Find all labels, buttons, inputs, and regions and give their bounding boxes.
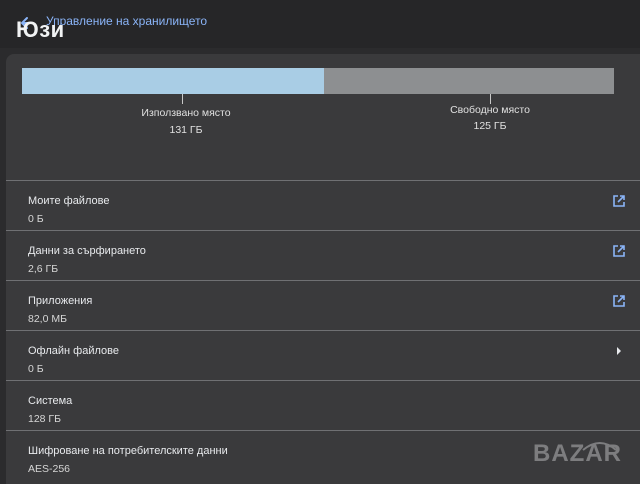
item-title: Система: [28, 395, 73, 407]
used-space-value: 131 ГБ: [169, 124, 203, 136]
item-title: Данни за сърфирането: [28, 245, 146, 257]
item-title: Офлайн файлове: [28, 345, 119, 357]
item-value: 128 ГБ: [28, 413, 62, 425]
used-space-label: Използвано място: [141, 107, 231, 119]
storage-usage-bar: [22, 68, 614, 94]
open-external-icon[interactable]: [612, 294, 626, 308]
watermark-logo: BAZAR: [528, 432, 628, 472]
storage-item-apps[interactable]: Приложения 82,0 МБ: [6, 280, 640, 330]
item-value: 0 Б: [28, 363, 44, 375]
watermark-text: BAZAR: [533, 440, 622, 467]
item-title: Приложения: [28, 295, 93, 307]
item-title: Моите файлове: [28, 195, 110, 207]
storage-used-fill: [22, 68, 324, 94]
item-value: AES-256: [28, 463, 71, 475]
storage-item-system: Система 128 ГБ: [6, 380, 640, 430]
chevron-right-icon[interactable]: [612, 344, 626, 358]
overlay-logo-text: Юзи: [16, 17, 65, 42]
item-title: Шифроване на потребителските данни: [28, 445, 228, 457]
item-value: 82,0 МБ: [28, 313, 67, 325]
used-marker: [182, 94, 183, 104]
free-marker: [490, 94, 491, 104]
item-value: 2,6 ГБ: [28, 263, 59, 275]
page-title: Управление на хранилището: [46, 14, 208, 28]
top-bar: Управление на хранилището Юзи: [0, 0, 640, 48]
free-space-label: Свободно място: [450, 104, 530, 116]
storage-item-offline-files[interactable]: Офлайн файлове 0 Б: [6, 330, 640, 380]
free-space-value: 125 ГБ: [473, 120, 507, 132]
storage-panel: Използвано място 131 ГБ Свободно място 1…: [6, 54, 640, 484]
storage-item-browsing-data[interactable]: Данни за сърфирането 2,6 ГБ: [6, 230, 640, 280]
item-value: 0 Б: [28, 213, 44, 225]
storage-item-my-files[interactable]: Моите файлове 0 Б: [6, 180, 640, 230]
open-external-icon[interactable]: [612, 244, 626, 258]
open-external-icon[interactable]: [612, 194, 626, 208]
